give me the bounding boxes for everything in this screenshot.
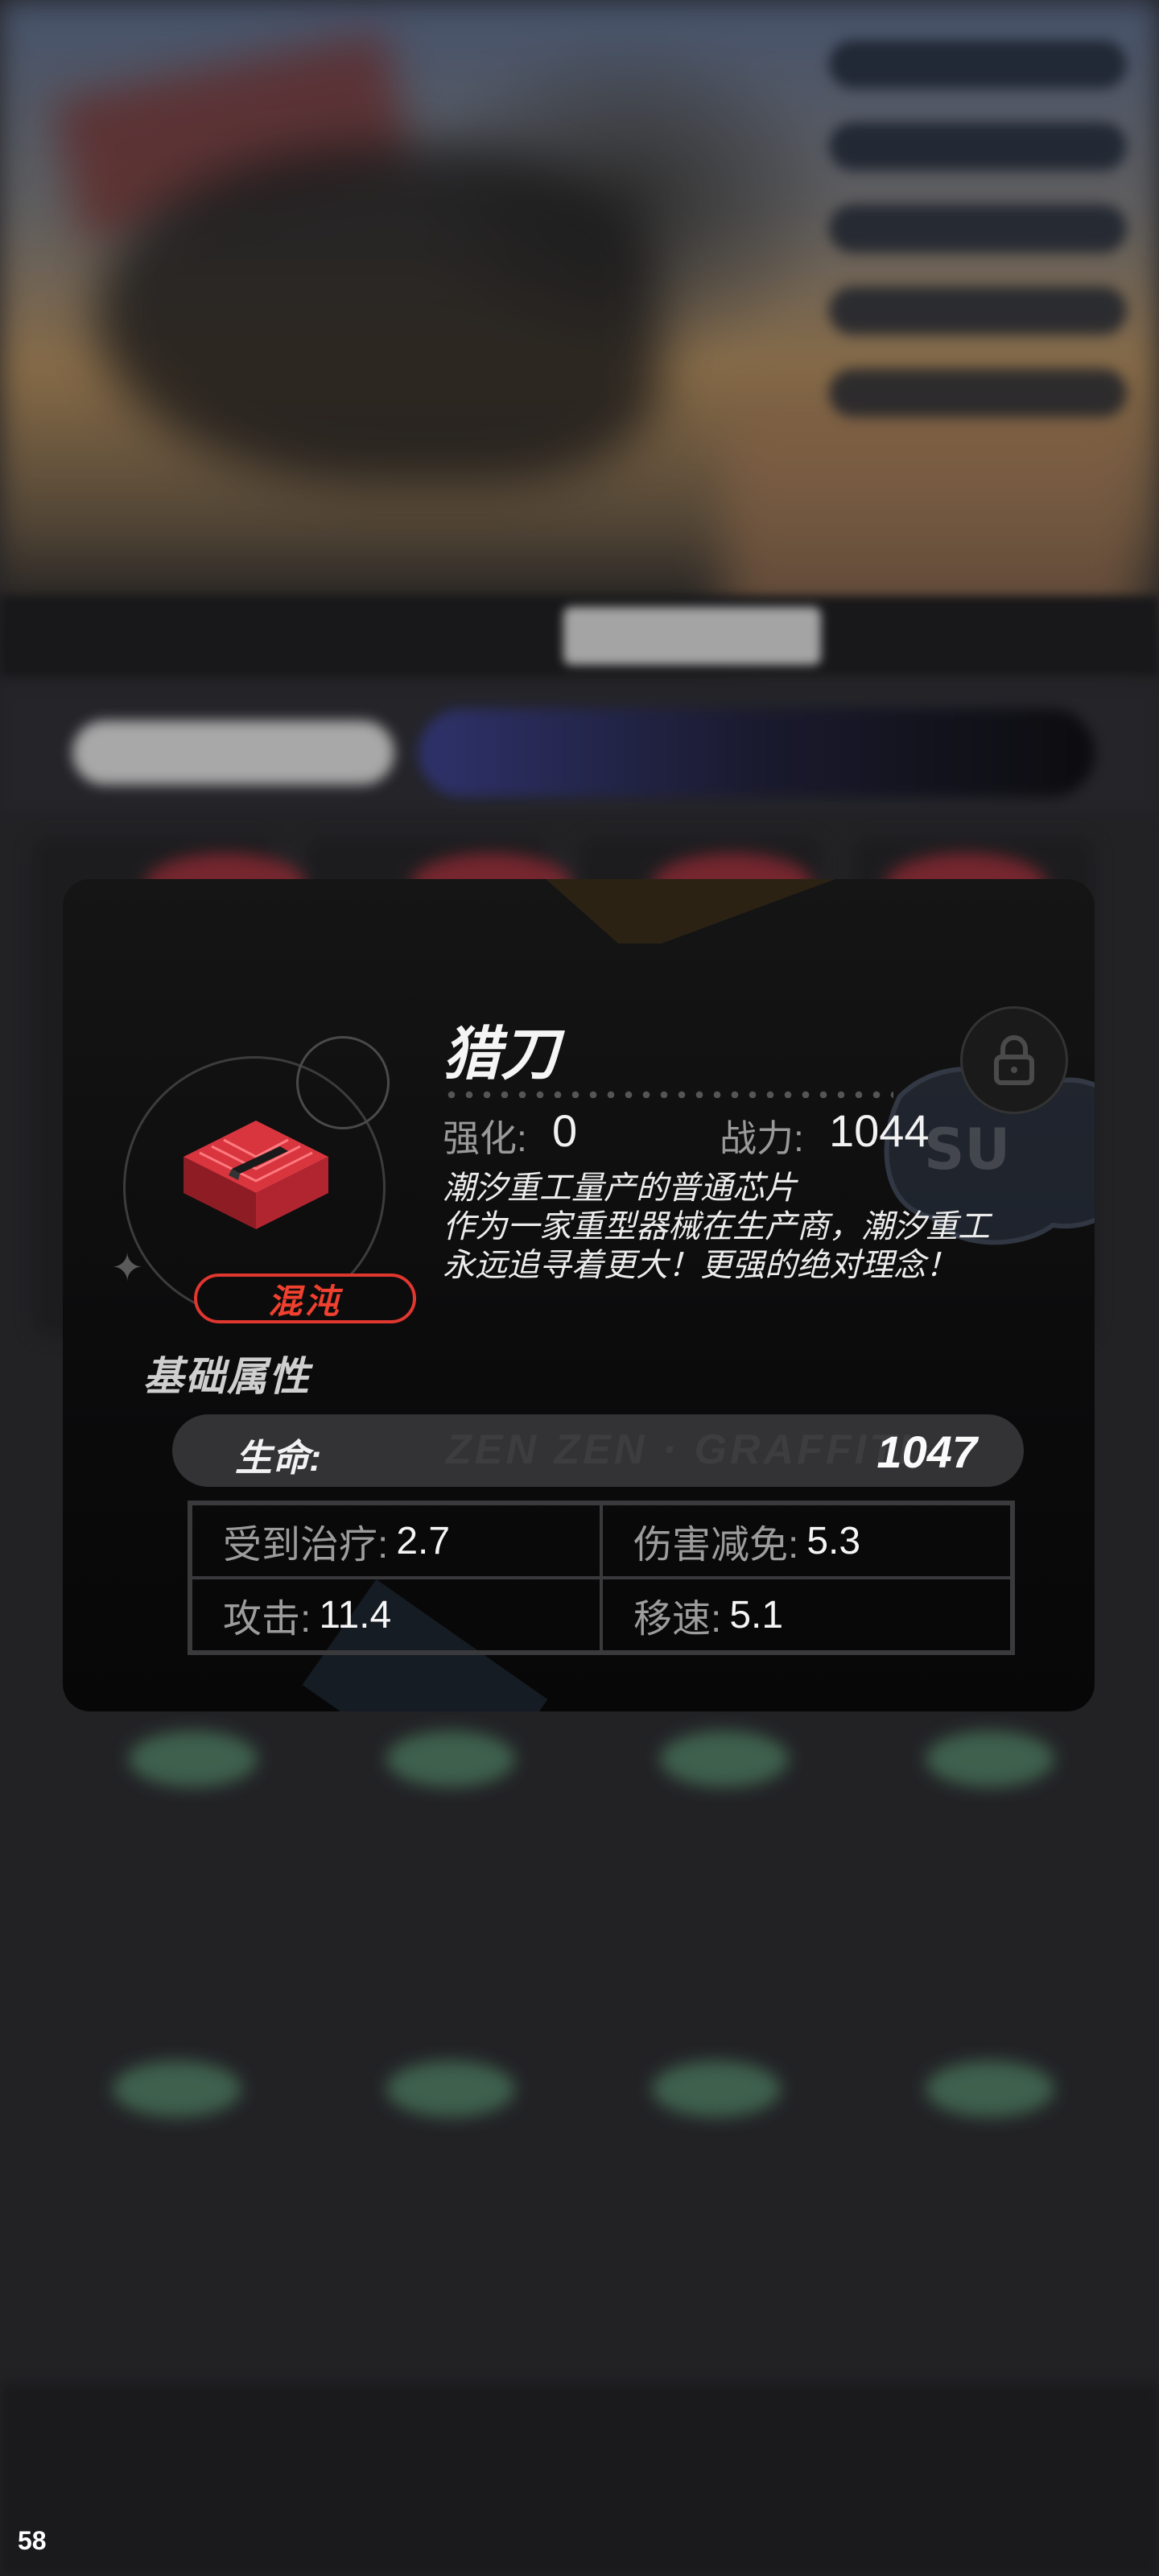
attribute-label: 伤害减免: bbox=[633, 1524, 799, 1567]
attribute-value: 5.1 bbox=[729, 1593, 784, 1637]
power-value: 1044 bbox=[829, 1105, 930, 1156]
sparkle-icon: ✦ bbox=[111, 1247, 144, 1290]
attribute-value: 2.7 bbox=[396, 1519, 451, 1563]
attribute-cell: 攻击: 11.4 bbox=[191, 1578, 601, 1652]
enhance-value: 0 bbox=[552, 1105, 578, 1156]
description-line: 永远追寻着更大！更强的绝对理念！ bbox=[443, 1248, 958, 1283]
life-label: 生命: bbox=[235, 1437, 322, 1479]
enhance-label: 强化: bbox=[443, 1117, 527, 1159]
rarity-badge: 混沌 bbox=[194, 1274, 416, 1323]
attribute-label: 移速: bbox=[633, 1598, 722, 1641]
item-detail-card: SU ✦ 混沌 猎刀 强化: 0 战力: 1044 潮汐重工量产的普通芯片 作为… bbox=[63, 879, 1095, 1711]
attribute-cell: 移速: 5.1 bbox=[601, 1578, 1012, 1652]
life-stat-bar: ZEN ZEN · GRAFFITI 生命: 1047 bbox=[172, 1414, 1024, 1487]
attribute-value: 11.4 bbox=[319, 1593, 392, 1637]
description-line: 潮汐重工量产的普通芯片 bbox=[443, 1170, 797, 1206]
attribute-table: 受到治疗: 2.7 伤害减免: 5.3 攻击: 11.4 移速: 5.1 bbox=[188, 1501, 1015, 1655]
divider bbox=[443, 1090, 893, 1098]
attribute-label: 攻击: bbox=[223, 1598, 311, 1641]
section-title-base-attributes: 基础属性 bbox=[143, 1354, 311, 1399]
item-description: 潮汐重工量产的普通芯片 作为一家重型器械在生产商，潮汐重工 永远追寻着更大！更强… bbox=[443, 1169, 1054, 1285]
attribute-cell: 伤害减免: 5.3 bbox=[601, 1504, 1012, 1578]
chip-icon bbox=[184, 1121, 328, 1229]
lock-button[interactable] bbox=[960, 1006, 1068, 1114]
lock-icon bbox=[994, 1035, 1034, 1085]
attribute-cell: 受到治疗: 2.7 bbox=[191, 1504, 601, 1578]
attribute-value: 5.3 bbox=[806, 1519, 861, 1563]
description-line: 作为一家重型器械在生产商，潮汐重工 bbox=[443, 1209, 990, 1245]
attribute-label: 受到治疗: bbox=[223, 1524, 389, 1567]
fps-counter: 58 bbox=[18, 2526, 47, 2555]
bar-watermark: ZEN ZEN · GRAFFITI bbox=[446, 1426, 914, 1473]
life-value: 1047 bbox=[876, 1426, 977, 1477]
power-label: 战力: bbox=[720, 1117, 804, 1159]
item-name: 猎刀 bbox=[443, 1022, 559, 1087]
card-decoration bbox=[546, 879, 835, 943]
